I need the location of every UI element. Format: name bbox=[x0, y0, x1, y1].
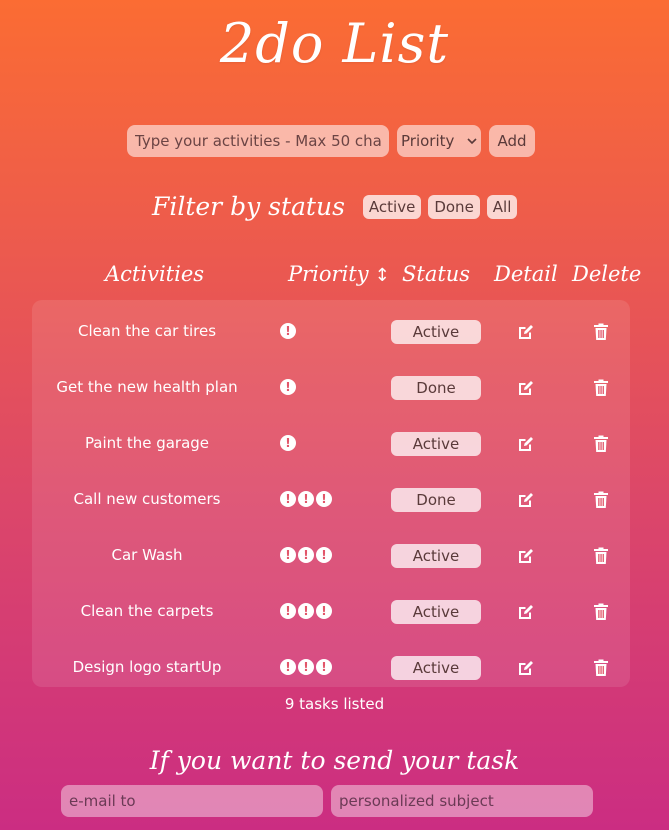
app-title: 2do List bbox=[219, 12, 450, 75]
edit-icon[interactable] bbox=[517, 491, 535, 509]
activity-text: Call new customers bbox=[73, 490, 221, 508]
filter-all-button[interactable]: All bbox=[486, 194, 518, 219]
exclamation-circle-icon: ! bbox=[298, 659, 314, 675]
header-activities: Activities bbox=[105, 262, 205, 286]
activity-text: Paint the garage bbox=[84, 434, 210, 452]
edit-icon[interactable] bbox=[517, 323, 535, 341]
priority-indicator: ! bbox=[280, 379, 296, 395]
task-table: Clean the car tires! Active Get the new he… bbox=[32, 300, 630, 687]
filter-active-button[interactable]: Active bbox=[362, 194, 422, 219]
priority-indicator: !!! bbox=[280, 659, 332, 675]
edit-icon[interactable] bbox=[517, 435, 535, 453]
exclamation-circle-icon: ! bbox=[280, 323, 296, 339]
exclamation-circle-icon: ! bbox=[298, 547, 314, 563]
activity-text: Clean the car tires bbox=[77, 322, 217, 340]
status-button[interactable]: Active bbox=[391, 600, 481, 624]
trash-icon[interactable] bbox=[593, 659, 609, 677]
status-button[interactable]: Active bbox=[391, 432, 481, 456]
exclamation-circle-icon: ! bbox=[280, 435, 296, 451]
table-row: Clean the carpets!!! Active bbox=[32, 580, 630, 636]
table-row: Clean the car tires! Active bbox=[32, 300, 630, 356]
edit-icon[interactable] bbox=[517, 379, 535, 397]
header-delete: Delete bbox=[572, 262, 642, 286]
table-row: Get the new health plan! Done bbox=[32, 356, 630, 412]
priority-indicator: ! bbox=[280, 435, 296, 451]
exclamation-circle-icon: ! bbox=[280, 547, 296, 563]
activity-text: Get the new health plan bbox=[56, 378, 238, 396]
activity-text: Clean the carpets bbox=[80, 602, 214, 620]
status-button[interactable]: Active bbox=[391, 320, 481, 344]
table-row: Call new customers!!! Done bbox=[32, 468, 630, 524]
edit-icon[interactable] bbox=[517, 603, 535, 621]
send-form bbox=[61, 785, 593, 817]
trash-icon[interactable] bbox=[593, 379, 609, 397]
add-task-form: Priority Add bbox=[127, 125, 535, 157]
priority-indicator: !!! bbox=[280, 603, 332, 619]
trash-icon[interactable] bbox=[593, 435, 609, 453]
email-field[interactable] bbox=[61, 785, 323, 817]
status-button[interactable]: Done bbox=[391, 488, 481, 512]
edit-icon[interactable] bbox=[517, 659, 535, 677]
filter-label: Filter by status bbox=[152, 192, 345, 221]
priority-select-label: Priority bbox=[401, 132, 455, 150]
priority-select[interactable]: Priority bbox=[397, 125, 481, 157]
exclamation-circle-icon: ! bbox=[298, 491, 314, 507]
sort-icon[interactable]: ↕ bbox=[375, 265, 390, 286]
header-priority[interactable]: Priority ↕ bbox=[288, 262, 390, 286]
task-count: 9 tasks listed bbox=[284, 695, 385, 713]
activity-text: Design logo startUp bbox=[72, 658, 222, 676]
filter-done-button[interactable]: Done bbox=[428, 194, 480, 219]
table-row: Design logo startUp!!! Active bbox=[32, 636, 630, 687]
header-priority-label: Priority bbox=[288, 262, 369, 286]
header-status: Status bbox=[402, 262, 471, 286]
status-button[interactable]: Active bbox=[391, 544, 481, 568]
activity-text: Car Wash bbox=[111, 546, 183, 564]
status-button[interactable]: Done bbox=[391, 376, 481, 400]
priority-indicator: !!! bbox=[280, 491, 332, 507]
priority-indicator: !!! bbox=[280, 547, 332, 563]
task-input[interactable] bbox=[127, 125, 389, 157]
trash-icon[interactable] bbox=[593, 603, 609, 621]
exclamation-circle-icon: ! bbox=[316, 603, 332, 619]
trash-icon[interactable] bbox=[593, 323, 609, 341]
trash-icon[interactable] bbox=[593, 547, 609, 565]
filter-bar: Filter by status Active Done All bbox=[152, 192, 524, 221]
add-button[interactable]: Add bbox=[489, 125, 535, 157]
header-detail: Detail bbox=[494, 262, 558, 286]
exclamation-circle-icon: ! bbox=[280, 603, 296, 619]
table-row: Paint the garage! Active bbox=[32, 412, 630, 468]
status-button[interactable]: Active bbox=[391, 656, 481, 680]
exclamation-circle-icon: ! bbox=[316, 491, 332, 507]
chevron-down-icon bbox=[467, 138, 477, 145]
exclamation-circle-icon: ! bbox=[298, 603, 314, 619]
send-title: If you want to send your task bbox=[149, 746, 520, 775]
exclamation-circle-icon: ! bbox=[280, 379, 296, 395]
edit-icon[interactable] bbox=[517, 547, 535, 565]
table-row: Car Wash!!! Active bbox=[32, 524, 630, 580]
table-header: Activities Priority ↕ Status Detail Delet… bbox=[0, 262, 669, 296]
exclamation-circle-icon: ! bbox=[280, 659, 296, 675]
exclamation-circle-icon: ! bbox=[316, 547, 332, 563]
exclamation-circle-icon: ! bbox=[280, 491, 296, 507]
priority-indicator: ! bbox=[280, 323, 296, 339]
trash-icon[interactable] bbox=[593, 491, 609, 509]
exclamation-circle-icon: ! bbox=[316, 659, 332, 675]
subject-field[interactable] bbox=[331, 785, 593, 817]
